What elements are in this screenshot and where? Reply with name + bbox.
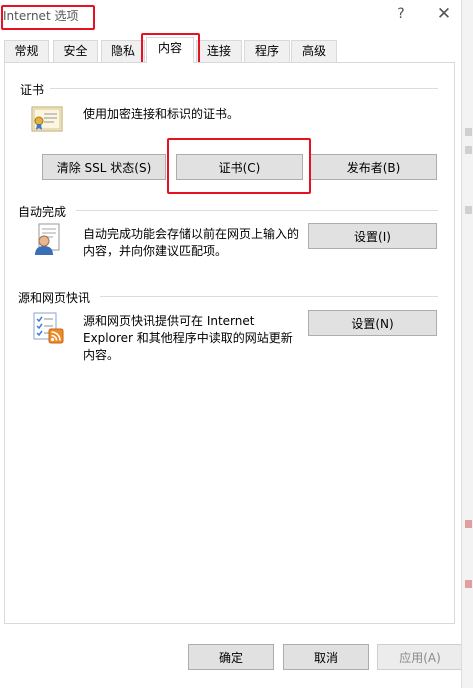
cancel-button[interactable]: 取消 (283, 644, 369, 670)
window-title: Internet 选项 (3, 9, 79, 23)
background-window-mark (465, 520, 472, 528)
autocomplete-description-line1: 自动完成功能会存储以前在网页上输入的 (83, 227, 300, 241)
feeds-description-line1: 源和网页快讯提供可在 Internet (83, 314, 255, 328)
feeds-settings-button[interactable]: 设置(N) (308, 310, 437, 336)
autocomplete-user-icon (33, 222, 65, 259)
autocomplete-settings-button[interactable]: 设置(I) (308, 223, 437, 249)
publishers-button[interactable]: 发布者(B) (310, 154, 437, 180)
internet-options-dialog: Internet 选项 ? ✕ 常规 安全 隐私 内容 连接 程序 高级 证书 (0, 0, 463, 688)
certificates-button[interactable]: 证书(C) (176, 154, 303, 180)
content-tab-panel: 证书 使用加密连接和标识的证书。 清除 SSL 状态(S) 证书(C) 发布者(… (4, 62, 455, 624)
feeds-rss-icon (31, 311, 65, 348)
autocomplete-section-label: 自动完成 (18, 205, 67, 219)
tab-security[interactable]: 安全 (53, 40, 98, 62)
certificates-description: 使用加密连接和标识的证书。 (83, 107, 240, 121)
feeds-description-line3: 内容。 (83, 348, 120, 362)
clear-ssl-state-button[interactable]: 清除 SSL 状态(S) (42, 154, 166, 180)
certificate-icon (30, 105, 64, 138)
tab-content[interactable]: 内容 (146, 37, 194, 63)
apply-button[interactable]: 应用(A) (377, 644, 463, 670)
title-bar: Internet 选项 ? ✕ (0, 0, 461, 30)
close-button[interactable]: ✕ (432, 4, 456, 24)
feeds-section-label: 源和网页快讯 (18, 291, 91, 305)
background-window-mark (465, 146, 472, 154)
tab-general[interactable]: 常规 (4, 40, 49, 62)
background-window-mark (465, 128, 472, 136)
autocomplete-divider (76, 210, 438, 211)
certificates-divider (50, 88, 438, 89)
ok-button[interactable]: 确定 (188, 644, 274, 670)
dialog-footer: 确定 取消 应用(A) (0, 630, 463, 688)
background-window-mark (465, 580, 472, 588)
background-window-mark (465, 206, 472, 214)
certificates-section-label: 证书 (20, 83, 45, 97)
feeds-description-line2: Explorer 和其他程序中读取的网站更新 (83, 331, 293, 345)
feeds-divider (100, 296, 438, 297)
background-window-edge (461, 0, 473, 688)
tab-programs[interactable]: 程序 (244, 40, 290, 62)
tab-privacy[interactable]: 隐私 (101, 40, 145, 62)
tab-connections[interactable]: 连接 (196, 40, 242, 62)
help-button[interactable]: ? (389, 4, 413, 24)
autocomplete-description-line2: 内容，并向你建议匹配项。 (83, 244, 228, 258)
tab-advanced[interactable]: 高级 (291, 40, 337, 62)
